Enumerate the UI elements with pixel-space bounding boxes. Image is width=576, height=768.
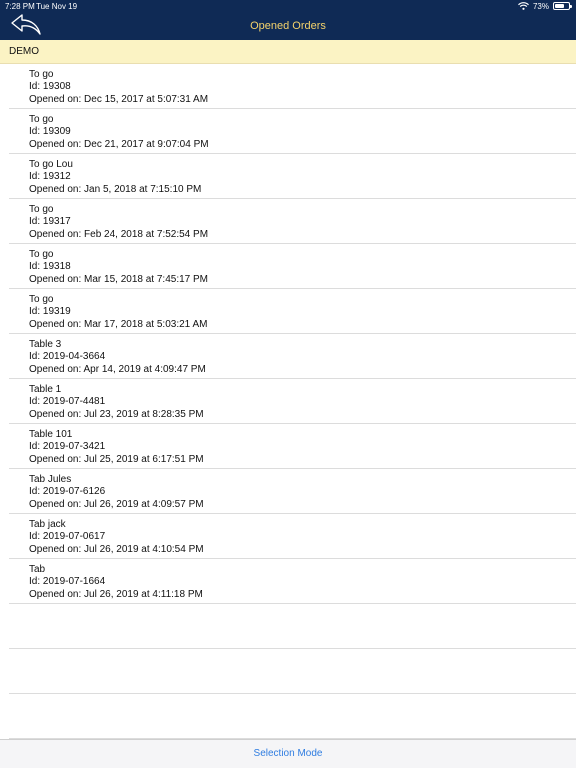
- empty-row: [9, 649, 576, 694]
- order-opened-date: Opened on: Feb 24, 2018 at 7:52:54 PM: [29, 229, 209, 240]
- section-label: DEMO: [9, 46, 39, 57]
- battery-icon: [553, 2, 572, 10]
- order-row[interactable]: Table 101 Id: 2019-07-3421 Opened on: Jul …: [9, 424, 576, 469]
- order-row[interactable]: To go Id: 19317 Opened on: Feb 24, 2018 at…: [9, 199, 576, 244]
- order-row[interactable]: Table 1 Id: 2019-07-4481 Opened on: Jul 23…: [9, 379, 576, 424]
- order-row[interactable]: To go Id: 19308 Opened on: Dec 15, 2017 at…: [9, 64, 576, 109]
- wifi-icon: [518, 2, 529, 10]
- status-time: 7:28 PM: [5, 2, 35, 11]
- order-name: Table 1: [29, 384, 62, 395]
- order-id: Id: 2019-07-3421: [29, 441, 106, 452]
- order-id: Id: 2019-07-0617: [29, 531, 106, 542]
- order-row[interactable]: Tab jack Id: 2019-07-0617 Opened on: Jul 2…: [9, 514, 576, 559]
- order-opened-date: Opened on: Jul 26, 2019 at 4:09:57 PM: [29, 499, 204, 510]
- orders-list: To go Id: 19308 Opened on: Dec 15, 2017 at…: [0, 64, 576, 739]
- bottom-toolbar: Selection Mode: [0, 739, 576, 768]
- order-name: Tab Jules: [29, 474, 72, 485]
- order-name: Tab jack: [29, 519, 66, 530]
- order-id: Id: 2019-07-4481: [29, 396, 106, 407]
- order-opened-date: Opened on: Jan 5, 2018 at 7:15:10 PM: [29, 184, 202, 195]
- status-indicators: 73%: [518, 1, 572, 11]
- status-date: Tue Nov 19: [36, 2, 78, 11]
- order-opened-date: Opened on: Apr 14, 2019 at 4:09:47 PM: [29, 364, 206, 375]
- order-opened-date: Opened on: Mar 15, 2018 at 7:45:17 PM: [29, 274, 209, 285]
- order-row[interactable]: Table 3 Id: 2019-04-3664 Opened on: Apr 14…: [9, 334, 576, 379]
- order-name: To go: [29, 69, 54, 80]
- order-opened-date: Opened on: Jul 26, 2019 at 4:11:18 PM: [29, 589, 203, 600]
- order-name: To go: [29, 204, 54, 215]
- nav-bar: 7:28 PM Tue Nov 19 73% Opened Orders: [0, 0, 576, 40]
- order-id: Id: 2019-07-6126: [29, 486, 106, 497]
- order-name: Tab: [29, 564, 46, 575]
- order-opened-date: Opened on: Dec 15, 2017 at 5:07:31 AM: [29, 94, 209, 105]
- order-opened-date: Opened on: Jul 25, 2019 at 6:17:51 PM: [29, 454, 204, 465]
- order-id: Id: 19319: [29, 306, 71, 317]
- order-row[interactable]: To go Id: 19318 Opened on: Mar 15, 2018 at…: [9, 244, 576, 289]
- section-header: DEMO: [0, 40, 576, 64]
- order-id: Id: 19308: [29, 81, 71, 92]
- order-id: Id: 19309: [29, 126, 71, 137]
- order-row[interactable]: Tab Id: 2019-07-1664 Opened on: Jul 26, 20…: [9, 559, 576, 604]
- order-name: To go: [29, 294, 54, 305]
- page-title: Opened Orders: [250, 20, 326, 32]
- order-row[interactable]: To go Id: 19309 Opened on: Dec 21, 2017 at…: [9, 109, 576, 154]
- order-row[interactable]: To go Id: 19319 Opened on: Mar 17, 2018 at…: [9, 289, 576, 334]
- empty-row: [9, 604, 576, 649]
- order-id: Id: 19312: [29, 171, 71, 182]
- order-name: Table 3: [29, 339, 62, 350]
- selection-mode-button[interactable]: Selection Mode: [0, 748, 576, 759]
- battery-percent: 73%: [532, 1, 549, 11]
- order-name: Table 101: [29, 429, 73, 440]
- order-id: Id: 2019-07-1664: [29, 576, 106, 587]
- battery-fill: [555, 4, 565, 8]
- order-name: To go: [29, 114, 54, 125]
- order-id: Id: 19317: [29, 216, 71, 227]
- empty-row: [9, 694, 576, 739]
- order-row[interactable]: To go Lou Id: 19312 Opened on: Jan 5, 2018…: [9, 154, 576, 199]
- order-opened-date: Opened on: Jul 26, 2019 at 4:10:54 PM: [29, 544, 204, 555]
- order-opened-date: Opened on: Jul 23, 2019 at 8:28:35 PM: [29, 409, 204, 420]
- order-id: Id: 19318: [29, 261, 71, 272]
- order-name: To go Lou: [29, 159, 73, 170]
- order-row[interactable]: Tab Jules Id: 2019-07-6126 Opened on: Jul …: [9, 469, 576, 514]
- order-name: To go: [29, 249, 54, 260]
- order-id: Id: 2019-04-3664: [29, 351, 106, 362]
- order-opened-date: Opened on: Dec 21, 2017 at 9:07:04 PM: [29, 139, 209, 150]
- order-opened-date: Opened on: Mar 17, 2018 at 5:03:21 AM: [29, 319, 208, 330]
